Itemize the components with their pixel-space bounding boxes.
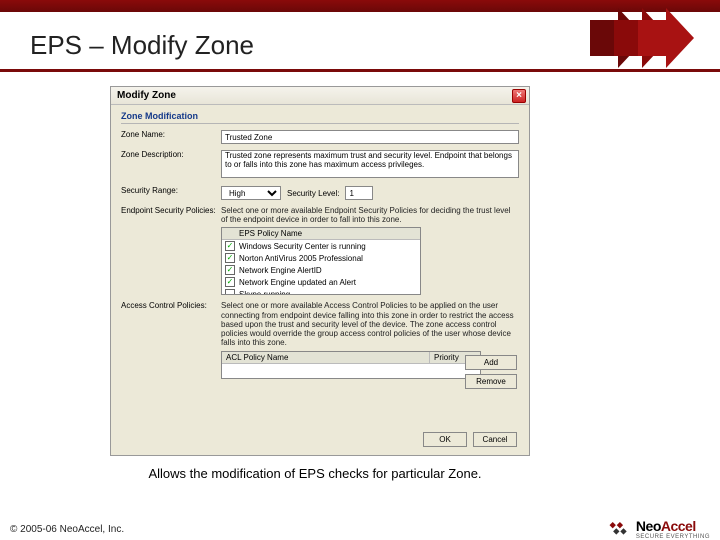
list-item[interactable]: ✓ Network Engine AlertID: [222, 264, 420, 276]
copyright: © 2005-06 NeoAccel, Inc.: [10, 524, 124, 535]
zone-desc-input[interactable]: [221, 150, 519, 178]
close-icon[interactable]: ×: [512, 89, 526, 103]
list-item[interactable]: ✓ Network Engine updated an Alert: [222, 276, 420, 288]
sec-level-input[interactable]: [345, 186, 373, 200]
checkbox-icon[interactable]: [225, 289, 235, 295]
acl-help: Select one or more available Access Cont…: [221, 301, 519, 347]
zone-desc-label: Zone Description:: [121, 150, 221, 159]
eps-policies-label: Endpoint Security Policies:: [121, 206, 221, 215]
sec-range-select[interactable]: High: [221, 186, 281, 200]
footer: © 2005-06 NeoAccel, Inc. NeoAccel Secure…: [0, 518, 720, 540]
eps-listbox[interactable]: EPS Policy Name ✓ Windows Security Center…: [221, 227, 421, 295]
list-item[interactable]: ✓ Windows Security Center is running: [222, 240, 420, 252]
modify-zone-dialog: Modify Zone × Zone Modification Zone Nam…: [110, 86, 530, 456]
dialog-titlebar: Modify Zone ×: [111, 87, 529, 105]
arrow-decor: [590, 8, 700, 73]
checkbox-icon[interactable]: ✓: [225, 277, 235, 287]
add-button[interactable]: Add: [465, 355, 517, 370]
list-item-label: Skype running: [239, 290, 290, 296]
group-title: Zone Modification: [121, 111, 519, 124]
logo-tagline: Secure Everything: [636, 534, 710, 540]
zone-name-input[interactable]: [221, 130, 519, 144]
eps-help: Select one or more available Endpoint Se…: [221, 206, 519, 224]
ok-button[interactable]: OK: [423, 432, 467, 447]
dialog-body: Zone Modification Zone Name: Zone Descri…: [111, 105, 529, 391]
sec-range-label: Security Range:: [121, 186, 221, 195]
checkbox-icon[interactable]: ✓: [225, 265, 235, 275]
eps-list-header: EPS Policy Name: [239, 229, 302, 238]
checkbox-icon[interactable]: ✓: [225, 241, 235, 251]
acl-listbox[interactable]: ACL Policy Name Priority: [221, 351, 481, 379]
acl-col-name: ACL Policy Name: [222, 352, 430, 363]
sec-level-label: Security Level:: [287, 189, 339, 198]
logo: NeoAccel Secure Everything: [608, 518, 710, 540]
list-item-label: Windows Security Center is running: [239, 242, 366, 251]
cancel-button[interactable]: Cancel: [473, 432, 517, 447]
zone-name-label: Zone Name:: [121, 130, 221, 139]
slide-title: EPS – Modify Zone: [30, 30, 254, 61]
list-item[interactable]: Skype running: [222, 288, 420, 295]
remove-button[interactable]: Remove: [465, 374, 517, 389]
checkbox-icon[interactable]: ✓: [225, 253, 235, 263]
slide-header: EPS – Modify Zone: [0, 0, 720, 72]
slide-caption: Allows the modification of EPS checks fo…: [95, 466, 535, 481]
acl-policies-label: Access Control Policies:: [121, 301, 221, 310]
list-item-label: Network Engine updated an Alert: [239, 278, 356, 287]
list-item-label: Network Engine AlertID: [239, 266, 322, 275]
list-item-label: Norton AntiVirus 2005 Professional: [239, 254, 363, 263]
logo-icon: [608, 520, 630, 538]
list-item[interactable]: ✓ Norton AntiVirus 2005 Professional: [222, 252, 420, 264]
dialog-title: Modify Zone: [117, 90, 176, 101]
logo-text: NeoAccel: [636, 518, 710, 534]
